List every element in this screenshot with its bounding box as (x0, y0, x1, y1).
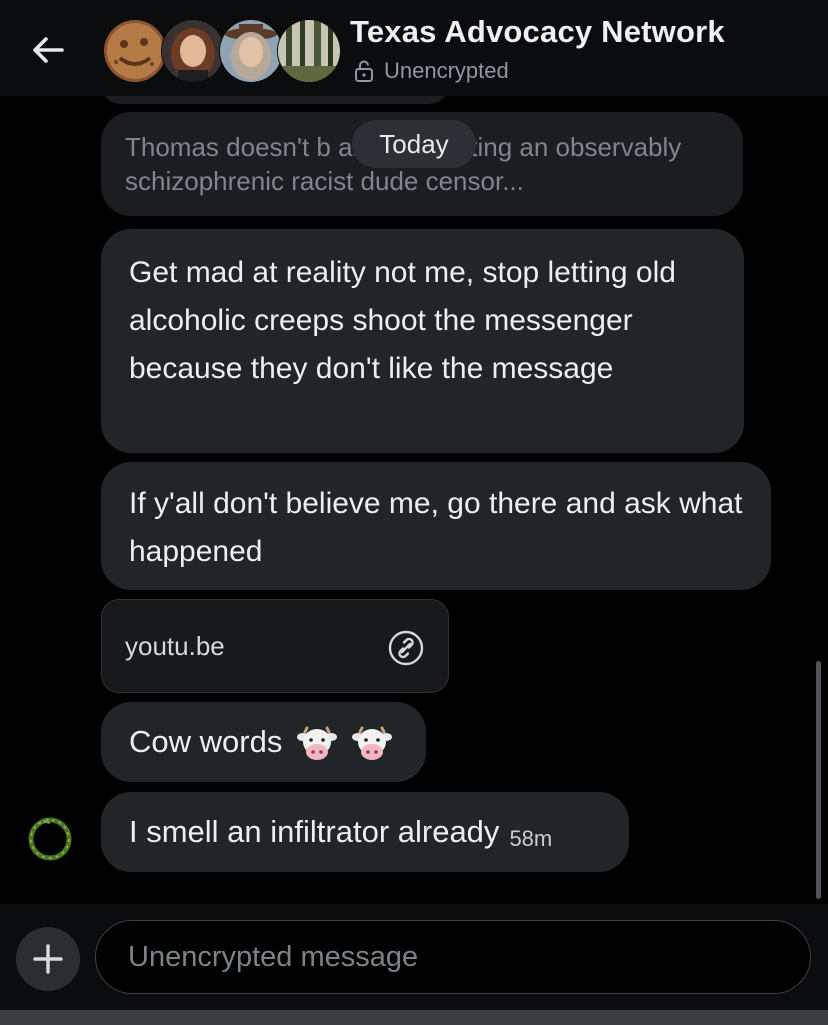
date-separator: Today (352, 120, 476, 168)
cow-face-icon (351, 726, 392, 760)
link-url[interactable]: youtu.be (125, 631, 225, 662)
message-bubble[interactable]: If y'all don't believe me, go there and … (101, 462, 771, 590)
avatar (161, 19, 225, 83)
link-icon (388, 630, 424, 666)
message-bubble[interactable]: Get mad at reality not me, stop letting … (101, 229, 744, 453)
chat-header: Texas Advocacy Network Unencrypted (0, 0, 828, 96)
message-bubble (101, 96, 449, 104)
message-bubble[interactable]: I smell an infiltrator already 58m (101, 792, 629, 872)
avatar (277, 19, 341, 83)
lock-open-icon (355, 60, 373, 82)
group-avatars[interactable] (103, 19, 341, 83)
message-input[interactable] (95, 920, 811, 994)
add-attachment-button[interactable] (16, 927, 80, 991)
message-text: I smell an infiltrator already (129, 814, 500, 849)
conversation-title[interactable]: Texas Advocacy Network (350, 14, 725, 50)
message-timestamp: 58m (509, 826, 553, 851)
sender-avatar[interactable] (24, 812, 76, 864)
scrollbar[interactable] (816, 661, 821, 899)
encryption-status: Unencrypted (354, 58, 509, 84)
message-text: Cow words (129, 724, 283, 759)
home-indicator-bar (0, 1010, 828, 1025)
plus-icon (33, 944, 63, 974)
avatar (219, 19, 283, 83)
back-arrow-icon[interactable] (28, 30, 68, 70)
cow-face-icon (296, 726, 337, 760)
link-preview[interactable]: youtu.be (101, 599, 449, 693)
avatar (103, 19, 167, 83)
message-bubble[interactable]: Cow words (101, 702, 426, 782)
encryption-status-label: Unencrypted (384, 58, 509, 83)
message-list[interactable]: Thomas doesn't b and he's letting an obs… (0, 96, 828, 904)
message-composer (0, 904, 828, 1025)
